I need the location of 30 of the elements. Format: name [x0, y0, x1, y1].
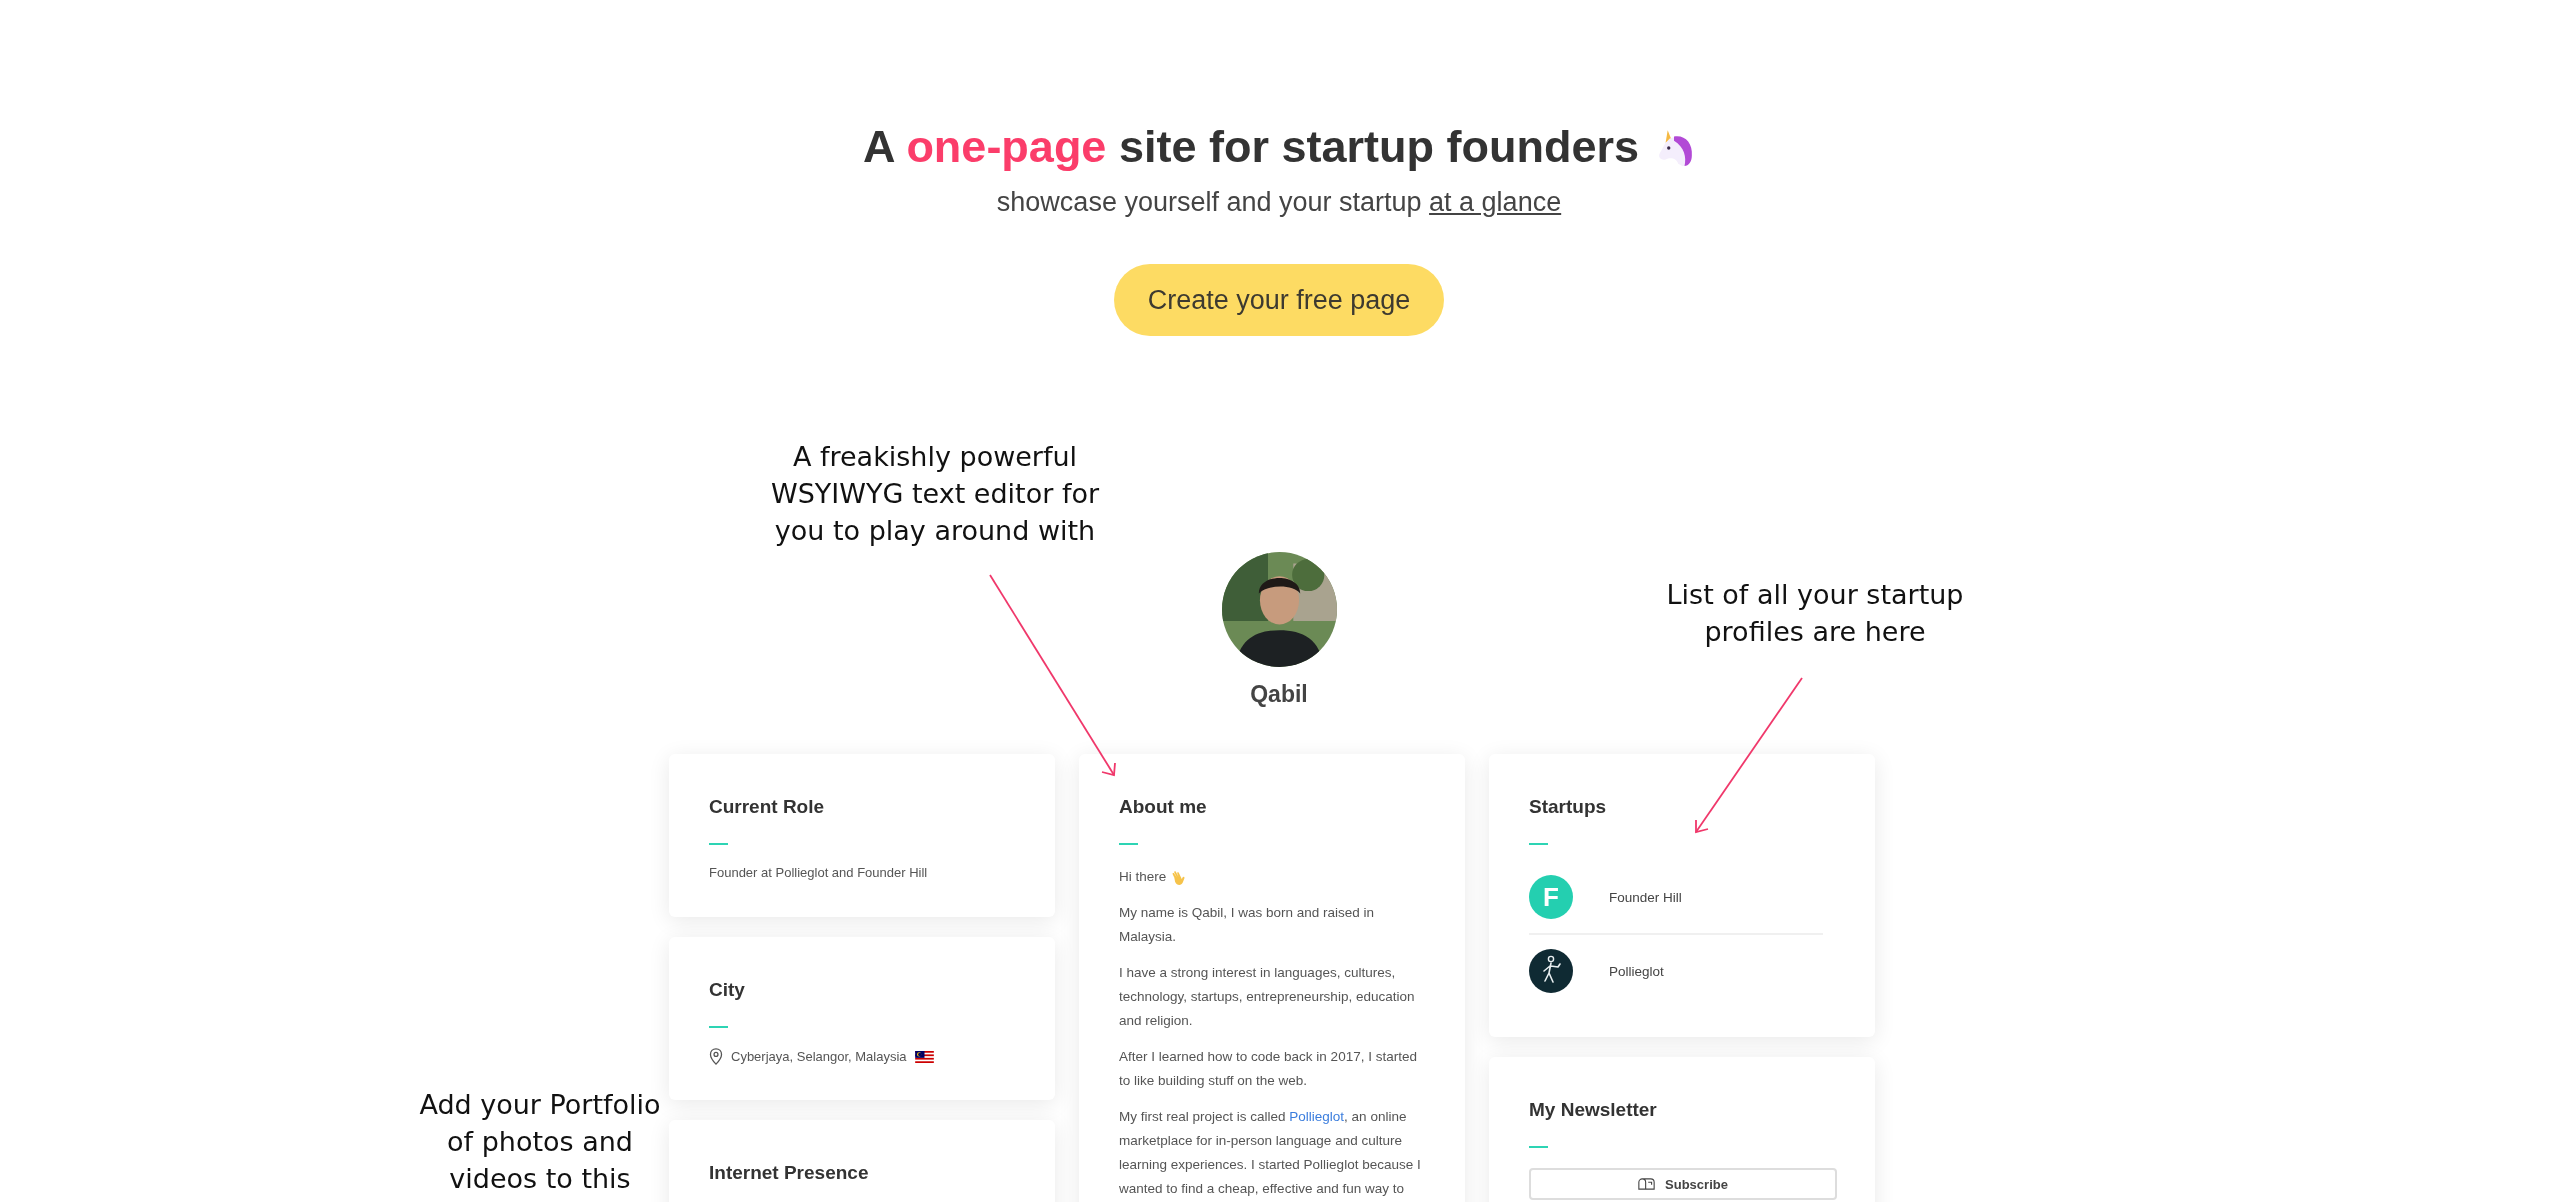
annotation-text: Add your Portfolio of photos and videos to this	[419, 1088, 661, 1196]
card-title: City	[709, 979, 746, 1001]
headline: A one-page site for startup founders	[863, 118, 1695, 176]
annotation-text: A freakishly powerful WSYIWYG text editor for you to play around with	[771, 440, 1099, 548]
subscribe-button[interactable]: Subscribe	[1529, 1168, 1837, 1200]
startup-logo: F	[1529, 875, 1573, 919]
about-paragraph: I have a strong interest in languages, cultures, technology, startups, entrepreneurship, education and religion.	[1119, 964, 1416, 1030]
card-title: Internet Presence	[709, 1162, 870, 1184]
location-pin-icon	[709, 1048, 723, 1065]
about-paragraph: My first real project is called Pollieglot, an online marketplace for in-person language and culture learning experiences. I started Pollieglot because I wanted to find a cheap, effective and fun way to	[1119, 1108, 1422, 1198]
startup-item[interactable]: Pollieglot	[1529, 939, 1823, 1003]
card-title: Startups	[1529, 796, 1608, 818]
startup-item[interactable]: F Founder Hill	[1529, 865, 1823, 935]
city-text: Cyberjaya, Selangor, Malaysia	[731, 1049, 907, 1064]
about-paragraph: After I learned how to code back in 2017, I started to like building stuff on the web.	[1119, 1048, 1418, 1090]
annotation-text: List of all your startup profiles are here	[1666, 578, 1964, 649]
about-paragraph: My name is Qabil, I was born and raised in Malaysia.	[1119, 904, 1376, 946]
card-text: Founder at Pollieglot and Founder Hill	[709, 865, 929, 880]
glance-link[interactable]: at a glance	[1429, 187, 1562, 217]
create-page-button[interactable]: Create your free page	[1113, 264, 1445, 336]
card-title: Current Role	[709, 796, 826, 818]
flag-icon	[914, 1050, 934, 1063]
startup-name: Pollieglot	[1609, 963, 1664, 979]
startup-name: Founder Hill	[1609, 889, 1682, 905]
card-title: About me	[1119, 796, 1208, 818]
mailbox-icon	[1638, 1178, 1656, 1190]
greeting-text: Hi there	[1119, 868, 1167, 886]
subtitle: showcase yourself and your startup at a glance	[996, 186, 1562, 219]
profile-name: Qabil	[1250, 681, 1308, 708]
card-title: My Newsletter	[1529, 1099, 1658, 1121]
